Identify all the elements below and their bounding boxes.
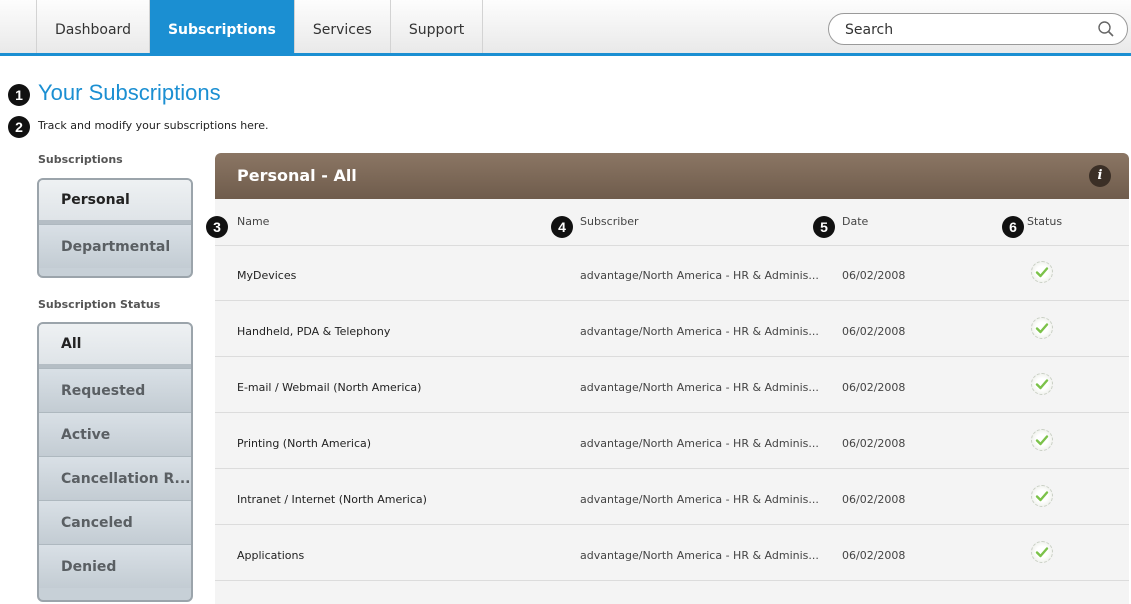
callout-6: 6 (1002, 216, 1024, 238)
check-icon (1031, 485, 1053, 507)
column-name-header[interactable]: Name (237, 215, 269, 228)
search-box (828, 13, 1128, 45)
subscriber-cell: advantage/North America - HR & Adminis..… (580, 269, 819, 282)
table-row[interactable]: Applications advantage/North America - HR… (215, 525, 1129, 581)
table-row[interactable]: MyDevices advantage/North America - HR & … (215, 245, 1129, 301)
subscription-name: Handheld, PDA & Telephony (237, 325, 391, 338)
page-subtitle: Track and modify your subscriptions here… (38, 119, 269, 132)
subscriber-cell: advantage/North America - HR & Adminis..… (580, 549, 819, 562)
tab-services[interactable]: Services (295, 0, 391, 53)
column-subscriber-header[interactable]: Subscriber (580, 215, 639, 228)
panel-title: Personal - All (237, 166, 357, 185)
callout-5: 5 (813, 216, 835, 238)
subscriber-cell: advantage/North America - HR & Adminis..… (580, 325, 819, 338)
table-row[interactable]: Intranet / Internet (North America) advan… (215, 469, 1129, 525)
status-all-button[interactable]: All (39, 324, 191, 368)
column-date-header[interactable]: Date (842, 215, 868, 228)
subscription-name: Printing (North America) (237, 437, 372, 450)
subscriber-cell: advantage/North America - HR & Adminis..… (580, 493, 819, 506)
subscriptions-label: Subscriptions (38, 153, 123, 166)
status-denied-button[interactable]: Denied (39, 544, 191, 588)
check-icon (1031, 541, 1053, 563)
table-row[interactable]: E-mail / Webmail (North America) advantag… (215, 357, 1129, 413)
tab-subscriptions[interactable]: Subscriptions (149, 0, 295, 53)
date-cell: 06/02/2008 (842, 549, 906, 562)
check-icon (1031, 373, 1053, 395)
status-canceled-button[interactable]: Canceled (39, 500, 191, 544)
callout-2: 2 (8, 116, 30, 138)
info-icon[interactable]: i (1089, 165, 1111, 187)
subscription-name: MyDevices (237, 269, 297, 282)
filter-personal-button[interactable]: Personal (39, 180, 191, 224)
table-row[interactable]: Printing (North America) advantage/North … (215, 413, 1129, 469)
subscriptions-table: 3 Name 4 Subscriber 5 Date 6 Status MyDe… (206, 199, 1129, 604)
page-title: Your Subscriptions (38, 80, 221, 105)
status-cancellation-requested-button[interactable]: Cancellation R... (39, 456, 191, 500)
subscription-type-group: Personal Departmental (37, 178, 193, 278)
callout-4: 4 (551, 216, 573, 238)
nav-tabs: Dashboard Subscriptions Services Support (36, 0, 484, 53)
tab-dashboard[interactable]: Dashboard (37, 0, 150, 53)
date-cell: 06/02/2008 (842, 325, 906, 338)
top-nav: Dashboard Subscriptions Services Support (0, 0, 1131, 56)
status-requested-button[interactable]: Requested (39, 368, 191, 412)
subscriber-cell: advantage/North America - HR & Adminis..… (580, 437, 819, 450)
callout-1: 1 (8, 84, 30, 106)
subscription-name: Intranet / Internet (North America) (237, 493, 427, 506)
date-cell: 06/02/2008 (842, 493, 906, 506)
search-input[interactable] (843, 20, 1087, 40)
subscriber-cell: advantage/North America - HR & Adminis..… (580, 381, 819, 394)
subscription-status-group: All Requested Active Cancellation R... C… (37, 322, 193, 602)
subscription-name: E-mail / Webmail (North America) (237, 381, 422, 394)
check-icon (1031, 317, 1053, 339)
filter-departmental-button[interactable]: Departmental (39, 224, 191, 268)
table-header: 3 Name 4 Subscriber 5 Date 6 Status (206, 199, 1129, 246)
callout-3: 3 (206, 216, 228, 238)
panel-header: Personal - All i (215, 153, 1129, 199)
check-icon (1031, 261, 1053, 283)
status-active-button[interactable]: Active (39, 412, 191, 456)
date-cell: 06/02/2008 (842, 381, 906, 394)
column-status-header[interactable]: Status (1027, 215, 1062, 228)
check-icon (1031, 429, 1053, 451)
subscription-name: Applications (237, 549, 305, 562)
subscription-status-label: Subscription Status (38, 298, 161, 311)
search-icon[interactable] (1097, 20, 1115, 38)
date-cell: 06/02/2008 (842, 269, 906, 282)
date-cell: 06/02/2008 (842, 437, 906, 450)
tab-support[interactable]: Support (391, 0, 484, 53)
table-row[interactable]: Handheld, PDA & Telephony advantage/North… (215, 301, 1129, 357)
